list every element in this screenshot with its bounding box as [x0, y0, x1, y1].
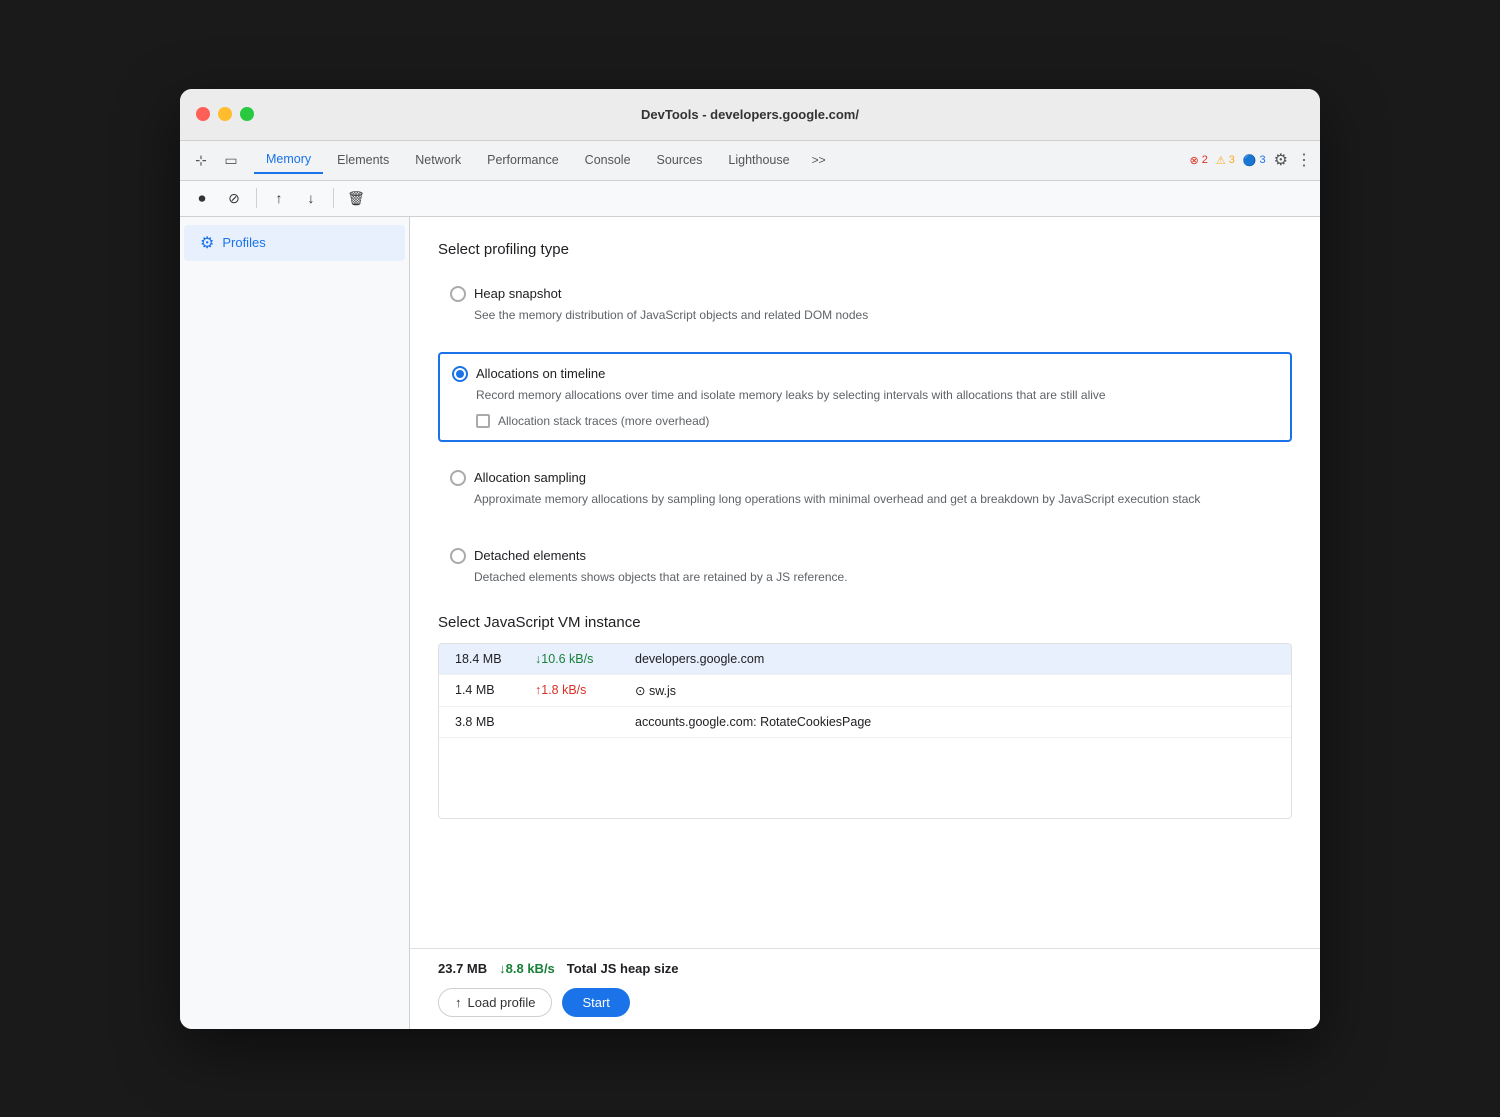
load-profile-label: Load profile — [468, 995, 536, 1010]
error-badge-yellow: ⚠ 3 — [1216, 154, 1235, 167]
allocation-sampling-label: Allocation sampling — [474, 470, 586, 485]
close-button[interactable] — [196, 107, 210, 121]
error-badge-red: ⊗ 2 — [1189, 154, 1207, 167]
heap-snapshot-desc: See the memory distribution of JavaScrip… — [474, 306, 1280, 324]
start-button[interactable]: Start — [562, 988, 629, 1017]
alloc-stack-traces-label: Allocation stack traces (more overhead) — [498, 414, 709, 428]
option-alloc-header: Allocations on timeline — [452, 366, 1278, 382]
option-heap-header: Heap snapshot — [450, 286, 1280, 302]
radio-detached-elements[interactable] — [450, 548, 466, 564]
option-allocations-timeline[interactable]: Allocations on timeline Record memory al… — [438, 352, 1292, 442]
option-detached-elements[interactable]: Detached elements Detached elements show… — [438, 536, 1292, 598]
download-button[interactable]: ↓ — [297, 184, 325, 212]
alloc-stack-traces-checkbox[interactable] — [476, 414, 490, 428]
vm-speed-1: ↓10.6 kB/s — [535, 652, 635, 666]
option-allocation-sampling[interactable]: Allocation sampling Approximate memory a… — [438, 458, 1292, 520]
tab-network[interactable]: Network — [403, 147, 473, 173]
tab-lighthouse[interactable]: Lighthouse — [716, 147, 801, 173]
vm-size-1: 18.4 MB — [455, 652, 535, 666]
vm-name-3: accounts.google.com: RotateCookiesPage — [635, 715, 1275, 729]
option-detached-header: Detached elements — [450, 548, 1280, 564]
traffic-lights — [196, 107, 254, 121]
allocations-timeline-desc: Record memory allocations over time and … — [476, 386, 1278, 404]
toolbar-separator-2 — [333, 188, 334, 208]
sidebar-item-profiles[interactable]: ⚙ Profiles — [184, 225, 405, 261]
tab-performance[interactable]: Performance — [475, 147, 571, 173]
tab-sources[interactable]: Sources — [645, 147, 715, 173]
vm-size-2: 1.4 MB — [455, 683, 535, 697]
sidebar-profiles-label: Profiles — [222, 235, 265, 250]
option-sampling-header: Allocation sampling — [450, 470, 1280, 486]
more-tabs-button[interactable]: >> — [804, 147, 834, 173]
footer-buttons: ↑ Load profile Start — [438, 988, 1292, 1017]
devtools-icons: ⊹ ▭ — [188, 147, 244, 173]
maximize-button[interactable] — [240, 107, 254, 121]
allocation-sampling-desc: Approximate memory allocations by sampli… — [474, 490, 1280, 508]
vm-speed-2: ↑1.8 kB/s — [535, 683, 635, 697]
profiles-icon: ⚙ — [200, 233, 214, 253]
upload-button[interactable]: ↑ — [265, 184, 293, 212]
titlebar: DevTools - developers.google.com/ — [180, 89, 1320, 141]
vm-name-2: ⊙ sw.js — [635, 683, 1275, 698]
vm-table: 18.4 MB ↓10.6 kB/s developers.google.com… — [438, 643, 1292, 819]
window-title: DevTools - developers.google.com/ — [641, 107, 859, 122]
collect-garbage-button[interactable]: 🗑 — [342, 184, 370, 212]
tab-elements[interactable]: Elements — [325, 147, 401, 173]
vm-table-empty — [439, 738, 1291, 818]
vm-section-title: Select JavaScript VM instance — [438, 614, 1292, 631]
tab-console[interactable]: Console — [573, 147, 643, 173]
error-badge-blue: 🔵 3 — [1243, 154, 1266, 167]
settings-icon[interactable]: ⚙ — [1274, 150, 1288, 170]
minimize-button[interactable] — [218, 107, 232, 121]
toolbar: ⏺ ⊘ ↑ ↓ 🗑 — [180, 181, 1320, 217]
inspect-icon[interactable]: ⊹ — [188, 147, 214, 173]
footer-stats: 23.7 MB ↓8.8 kB/s Total JS heap size — [438, 961, 1292, 976]
vm-row-2[interactable]: 1.4 MB ↑1.8 kB/s ⊙ sw.js — [439, 675, 1291, 707]
sidebar: ⚙ Profiles — [180, 217, 410, 1029]
toolbar-separator-1 — [256, 188, 257, 208]
alloc-stack-traces-row: Allocation stack traces (more overhead) — [476, 414, 1278, 428]
vm-name-1: developers.google.com — [635, 652, 1275, 666]
stop-button[interactable]: ⊘ — [220, 184, 248, 212]
heap-snapshot-label: Heap snapshot — [474, 286, 561, 301]
content-area: Select profiling type Heap snapshot See … — [410, 217, 1320, 948]
tabbar: ⊹ ▭ Memory Elements Network Performance … — [180, 141, 1320, 181]
total-heap-label: Total JS heap size — [567, 961, 679, 976]
more-options-icon[interactable]: ⋮ — [1296, 150, 1312, 170]
footer: 23.7 MB ↓8.8 kB/s Total JS heap size ↑ L… — [410, 948, 1320, 1029]
vm-size-3: 3.8 MB — [455, 715, 535, 729]
load-profile-button[interactable]: ↑ Load profile — [438, 988, 552, 1017]
tab-memory[interactable]: Memory — [254, 146, 323, 174]
radio-allocation-sampling[interactable] — [450, 470, 466, 486]
main-layout: ⚙ Profiles Select profiling type Heap sn… — [180, 217, 1320, 1029]
total-heap-speed: ↓8.8 kB/s — [499, 961, 555, 976]
device-icon[interactable]: ▭ — [218, 147, 244, 173]
record-button[interactable]: ⏺ — [188, 184, 216, 212]
detached-elements-label: Detached elements — [474, 548, 586, 563]
allocations-timeline-label: Allocations on timeline — [476, 366, 605, 381]
section-title: Select profiling type — [438, 241, 1292, 258]
radio-allocations-timeline[interactable] — [452, 366, 468, 382]
total-heap-size: 23.7 MB — [438, 961, 487, 976]
vm-row-1[interactable]: 18.4 MB ↓10.6 kB/s developers.google.com — [439, 644, 1291, 675]
upload-icon: ↑ — [455, 995, 462, 1010]
devtools-window: DevTools - developers.google.com/ ⊹ ▭ Me… — [180, 89, 1320, 1029]
tabbar-right: ⊗ 2 ⚠ 3 🔵 3 ⚙ ⋮ — [1189, 150, 1312, 170]
option-heap-snapshot[interactable]: Heap snapshot See the memory distributio… — [438, 274, 1292, 336]
radio-heap-snapshot[interactable] — [450, 286, 466, 302]
detached-elements-desc: Detached elements shows objects that are… — [474, 568, 1280, 586]
vm-row-3[interactable]: 3.8 MB accounts.google.com: RotateCookie… — [439, 707, 1291, 738]
